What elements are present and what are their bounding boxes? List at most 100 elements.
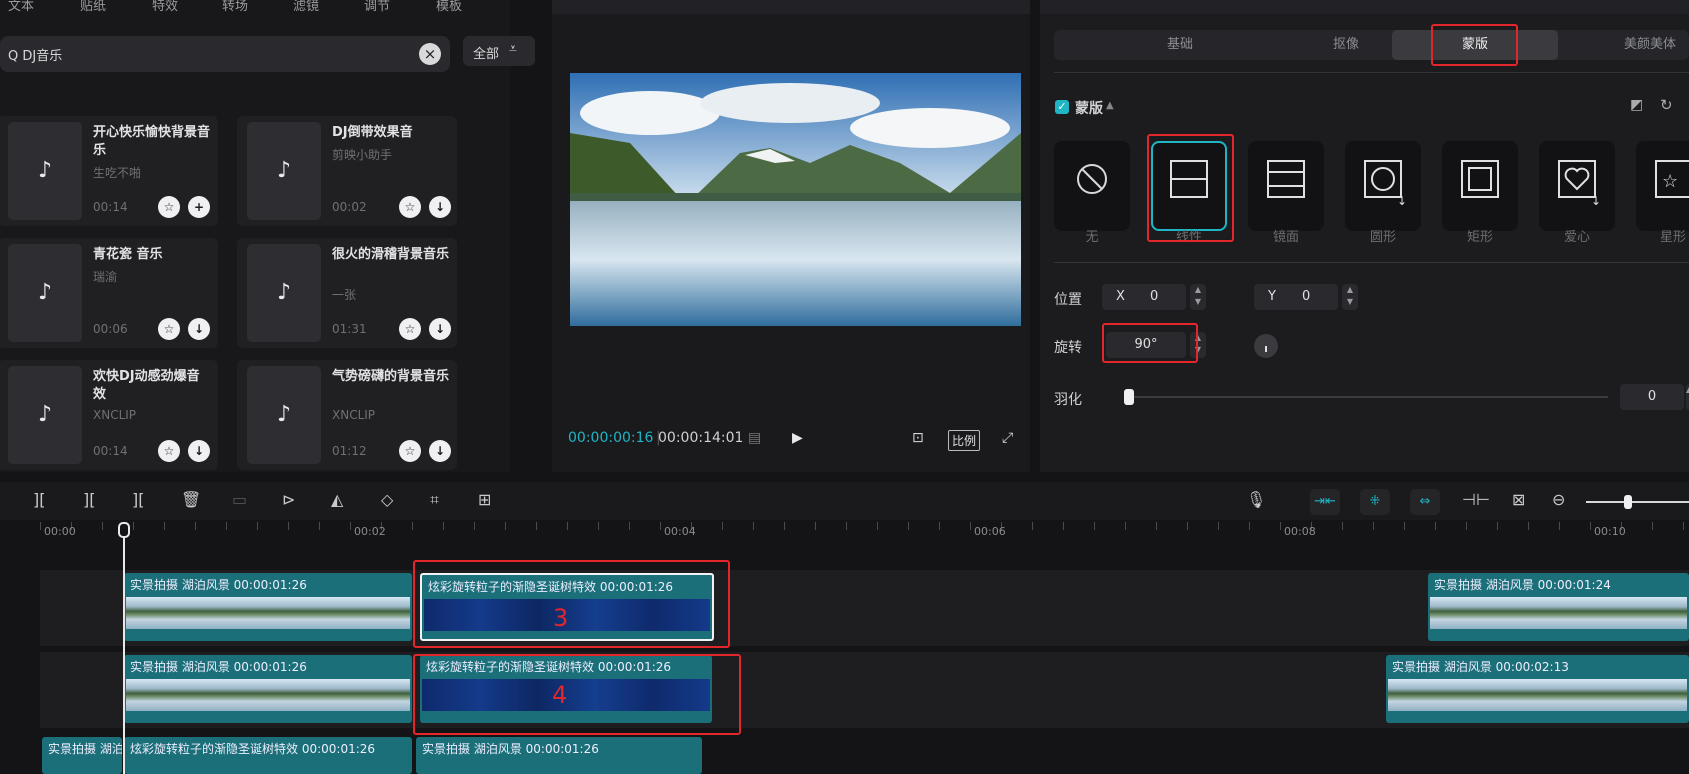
x-field[interactable]: X 0 bbox=[1102, 284, 1186, 310]
clip-thumbnails bbox=[1388, 679, 1687, 711]
zoom-out-icon[interactable]: ⊖ bbox=[1552, 490, 1565, 509]
clip-label: 实景拍摄 湖泊 bbox=[48, 742, 122, 756]
tab-effect[interactable]: 特效 bbox=[152, 0, 178, 14]
list-item[interactable]: ♪ 很火的滑稽背景音乐 一张 01:31 ☆ ↓ bbox=[237, 238, 457, 348]
tab-text[interactable]: 文本 bbox=[8, 0, 34, 14]
frame-grid-icon[interactable]: ▤ bbox=[748, 430, 761, 446]
list-item[interactable]: ♪ 青花瓷 音乐 瑞渝 00:06 ☆ ↓ bbox=[0, 238, 218, 348]
ruler-label: 00:08 bbox=[1284, 525, 1316, 538]
download-icon[interactable]: ↓ bbox=[188, 318, 210, 340]
ruler-label: 00:02 bbox=[354, 525, 386, 538]
x-stepper[interactable]: ▲ ▼ bbox=[1190, 284, 1206, 310]
trim-left-icon[interactable]: ][ bbox=[83, 490, 95, 509]
item-title: 开心快乐愉快背景音乐 bbox=[93, 125, 211, 158]
thumbnail-icon[interactable]: ⊠ bbox=[1512, 490, 1525, 509]
mask-star[interactable]: ☆ bbox=[1636, 141, 1689, 231]
rotate-icon[interactable]: ◇ bbox=[381, 490, 393, 509]
zoom-slider-handle[interactable] bbox=[1624, 495, 1632, 509]
music-note-icon: ♪ bbox=[247, 244, 321, 342]
tab-transition[interactable]: 转场 bbox=[222, 0, 248, 14]
download-icon[interactable]: ↓ bbox=[429, 318, 451, 340]
effect-clip[interactable]: 炫彩旋转粒子的渐隐圣诞树特效 00:00:01:26 bbox=[124, 737, 412, 774]
invert-icon[interactable]: ◩ bbox=[1630, 97, 1643, 113]
video-clip[interactable]: 实景拍摄 湖泊风景 00:00:01:26 bbox=[416, 737, 702, 774]
item-duration: 00:14 bbox=[93, 444, 128, 458]
play-icon[interactable]: ▶ bbox=[792, 430, 803, 446]
tab-cutout[interactable]: 抠像 bbox=[1306, 30, 1386, 60]
download-icon[interactable]: ↓ bbox=[429, 196, 451, 218]
clip-time: 00:00:01:24 bbox=[1537, 578, 1611, 592]
feather-field[interactable]: 0 bbox=[1620, 384, 1684, 410]
mirror-icon[interactable]: ◭ bbox=[331, 490, 343, 509]
reset-icon[interactable]: ↻ bbox=[1660, 96, 1673, 114]
ratio-button[interactable]: 比例 bbox=[948, 430, 981, 451]
collapse-icon[interactable]: ▲ bbox=[1106, 100, 1114, 111]
list-item[interactable]: ♪ 气势磅礴的背景音乐 XNCLIP 01:12 ☆ ↓ bbox=[237, 360, 457, 470]
list-item[interactable]: ♪ 欢快DJ动感劲爆音效 XNCLIP 00:14 ☆ ↓ bbox=[0, 360, 218, 470]
video-clip[interactable]: 实景拍摄 湖泊风景 00:00:01:26 bbox=[124, 655, 412, 723]
filter-button[interactable]: 全部 ⩡ bbox=[463, 36, 535, 66]
list-item[interactable]: ♪ DJ倒带效果音 剪映小助手 00:02 ☆ ↓ bbox=[237, 116, 457, 226]
library-panel: 文本 贴纸 特效 转场 滤镜 调节 模板 Q DJ音乐 × 全部 ⩡ ♪ 开心快… bbox=[0, 0, 535, 472]
feather-slider-handle[interactable] bbox=[1124, 389, 1134, 405]
mask-heart[interactable]: ↓ bbox=[1539, 141, 1615, 231]
favorite-icon[interactable]: ☆ bbox=[158, 196, 180, 218]
list-item[interactable]: ♪ 开心快乐愉快背景音乐 生吃不啪 00:14 ☆ + bbox=[0, 116, 218, 226]
crop-icon[interactable]: ⌗ bbox=[430, 490, 439, 510]
link-icon[interactable]: ⁜ bbox=[1360, 489, 1390, 515]
video-clip[interactable]: 实景拍摄 湖泊风景 00:00:01:24 bbox=[1428, 573, 1689, 641]
playback-icon[interactable]: ⊳ bbox=[282, 490, 295, 509]
rotate-dial[interactable] bbox=[1254, 334, 1278, 358]
zoom-slider[interactable] bbox=[1586, 495, 1689, 509]
favorite-icon[interactable]: ☆ bbox=[399, 196, 421, 218]
mask-rect[interactable] bbox=[1442, 141, 1518, 231]
feather-value: 0 bbox=[1647, 389, 1657, 404]
mask-mirror[interactable] bbox=[1248, 141, 1324, 231]
tab-sticker[interactable]: 贴纸 bbox=[80, 0, 106, 14]
feather-label: 羽化 bbox=[1054, 392, 1082, 408]
mask-label-rect: 矩形 bbox=[1466, 230, 1493, 245]
align-icon[interactable]: ⊣⊢ bbox=[1462, 490, 1490, 509]
preview-video[interactable] bbox=[570, 73, 1021, 326]
mask-label-circle: 圆形 bbox=[1369, 230, 1396, 245]
ai-icon[interactable]: ⊞ bbox=[478, 490, 491, 509]
y-field[interactable]: Y 0 bbox=[1254, 284, 1338, 310]
favorite-icon[interactable]: ☆ bbox=[399, 318, 421, 340]
favorite-icon[interactable]: ☆ bbox=[158, 318, 180, 340]
tab-adjust[interactable]: 调节 bbox=[364, 0, 390, 14]
favorite-icon[interactable]: ☆ bbox=[158, 440, 180, 462]
music-note-icon: ♪ bbox=[8, 122, 82, 220]
video-clip[interactable]: 实景拍摄 湖泊风景 00:00:01:26 bbox=[124, 573, 412, 641]
tab-basic[interactable]: 基础 bbox=[1140, 30, 1220, 60]
tab-template[interactable]: 模板 bbox=[436, 0, 462, 14]
mirror-mask-icon bbox=[1267, 160, 1305, 198]
video-clip[interactable]: 实景拍摄 湖泊风景 00:00:02:13 bbox=[1386, 655, 1689, 723]
search-input[interactable]: Q DJ音乐 × bbox=[0, 36, 450, 72]
playhead[interactable] bbox=[123, 522, 125, 774]
add-icon[interactable]: + bbox=[188, 196, 210, 218]
mask-none[interactable] bbox=[1054, 141, 1130, 231]
favorite-icon[interactable]: ☆ bbox=[399, 440, 421, 462]
mask-circle[interactable]: ↓ bbox=[1345, 141, 1421, 231]
tab-beauty[interactable]: 美颜美体 bbox=[1605, 30, 1689, 60]
tab-filter[interactable]: 滤镜 bbox=[293, 0, 319, 14]
playhead-handle[interactable] bbox=[118, 522, 130, 538]
item-duration: 00:06 bbox=[93, 322, 128, 336]
fit-screen-icon[interactable]: ⊡ bbox=[912, 430, 924, 446]
download-icon[interactable]: ↓ bbox=[429, 440, 451, 462]
feather-slider[interactable] bbox=[1124, 389, 1608, 405]
clip-label: 实景拍摄 湖泊风景 bbox=[422, 742, 522, 756]
y-stepper[interactable]: ▲ ▼ bbox=[1342, 284, 1358, 310]
mask-enable-checkbox[interactable]: ✓ bbox=[1055, 100, 1069, 114]
magnet-icon[interactable]: ⇥⇤ bbox=[1310, 489, 1340, 515]
split-icon[interactable]: ][ bbox=[33, 490, 45, 509]
download-icon[interactable]: ↓ bbox=[188, 440, 210, 462]
trim-right-icon[interactable]: ][ bbox=[132, 490, 144, 509]
clear-icon[interactable]: × bbox=[419, 43, 441, 65]
video-clip[interactable]: 实景拍摄 湖泊 bbox=[42, 737, 122, 774]
microphone-icon[interactable]: 🎙 bbox=[1246, 490, 1266, 509]
delete-icon[interactable]: 🗑 bbox=[181, 490, 201, 509]
fullscreen-icon[interactable]: ⤢ bbox=[1002, 430, 1013, 446]
freeze-icon[interactable]: ▭ bbox=[232, 490, 247, 509]
preview-axis-icon[interactable]: ⇔ bbox=[1410, 489, 1440, 515]
